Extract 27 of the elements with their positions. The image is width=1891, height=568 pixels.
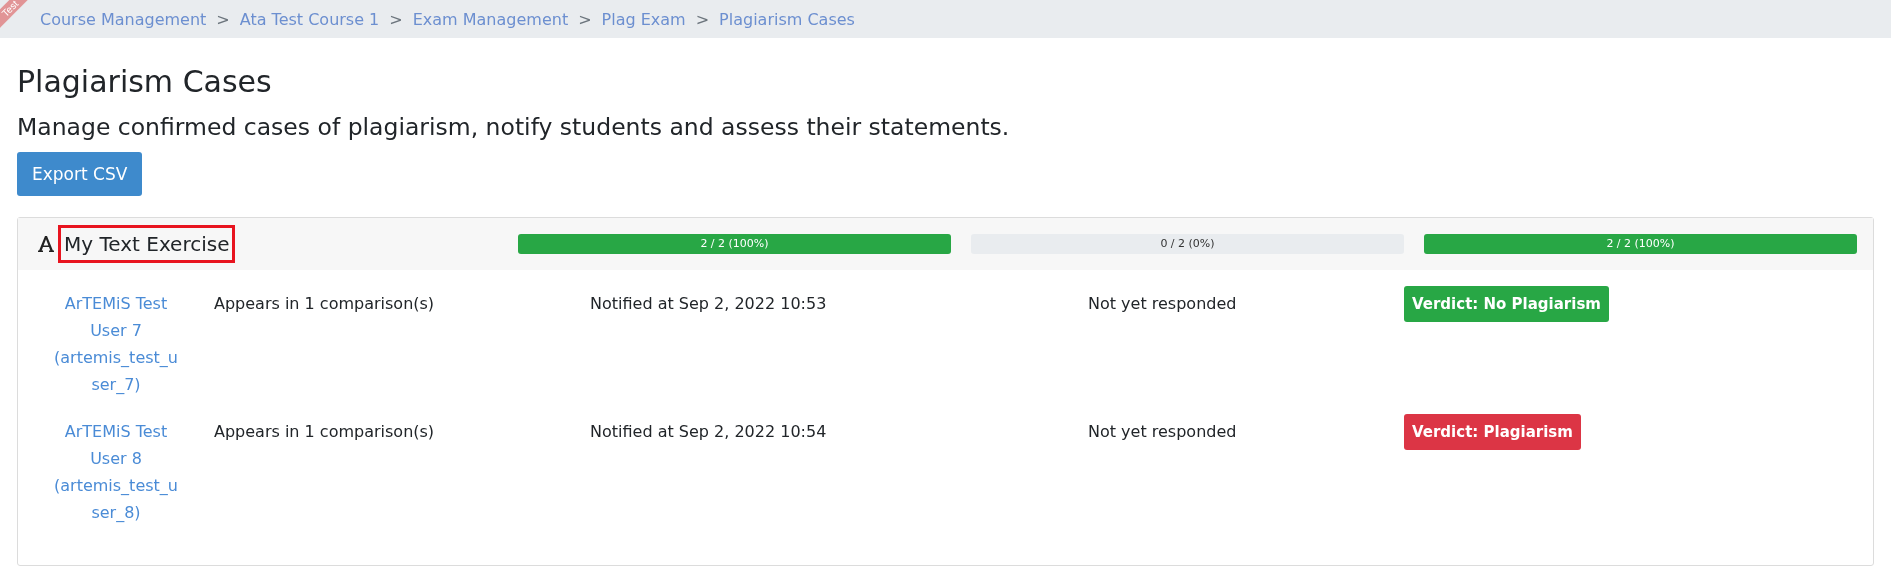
response-status: Not yet responded	[1088, 421, 1238, 443]
student-link[interactable]: ArTEMiS Test User 8 (artemis_test_user_8)	[18, 418, 214, 526]
progress-label: 0 / 2 (0%)	[1159, 236, 1216, 252]
comparison-count: Appears in 1 comparison(s)	[214, 421, 436, 443]
breadcrumb-link[interactable]: Ata Test Course 1	[239, 9, 380, 29]
breadcrumb-link[interactable]: Plag Exam	[601, 9, 686, 29]
font-icon	[36, 234, 56, 254]
verdict-badge: Verdict: No Plagiarism	[1404, 286, 1609, 322]
comparison-count: Appears in 1 comparison(s)	[214, 293, 436, 315]
breadcrumb-link[interactable]: Exam Management	[412, 9, 569, 29]
notification-date: Notified at Sep 2, 2022 10:53	[590, 293, 828, 315]
notification-date: Notified at Sep 2, 2022 10:54	[590, 421, 828, 443]
breadcrumb-separator: >	[389, 9, 403, 29]
breadcrumb-separator: >	[216, 9, 230, 29]
page-description: Manage confirmed cases of plagiarism, notify students and assess their statements.	[17, 112, 1011, 143]
breadcrumb-link[interactable]: Course Management	[40, 9, 207, 29]
export-csv-button[interactable]: Export CSV	[17, 152, 143, 196]
page-title: Plagiarism Cases	[17, 63, 273, 101]
breadcrumb-separator: >	[695, 9, 710, 29]
exercise-title: My Text Exercise	[58, 225, 236, 263]
progress-label: 2 / 2 (100%)	[699, 236, 770, 252]
breadcrumb-link[interactable]: Plagiarism Cases	[719, 9, 855, 29]
verdict-badge: Verdict: Plagiarism	[1404, 414, 1581, 450]
breadcrumb-separator: >	[578, 9, 592, 29]
progress-label: 2 / 2 (100%)	[1605, 236, 1676, 252]
response-status: Not yet responded	[1088, 293, 1238, 315]
student-link[interactable]: ArTEMiS Test User 7 (artemis_test_user_7)	[18, 290, 214, 398]
